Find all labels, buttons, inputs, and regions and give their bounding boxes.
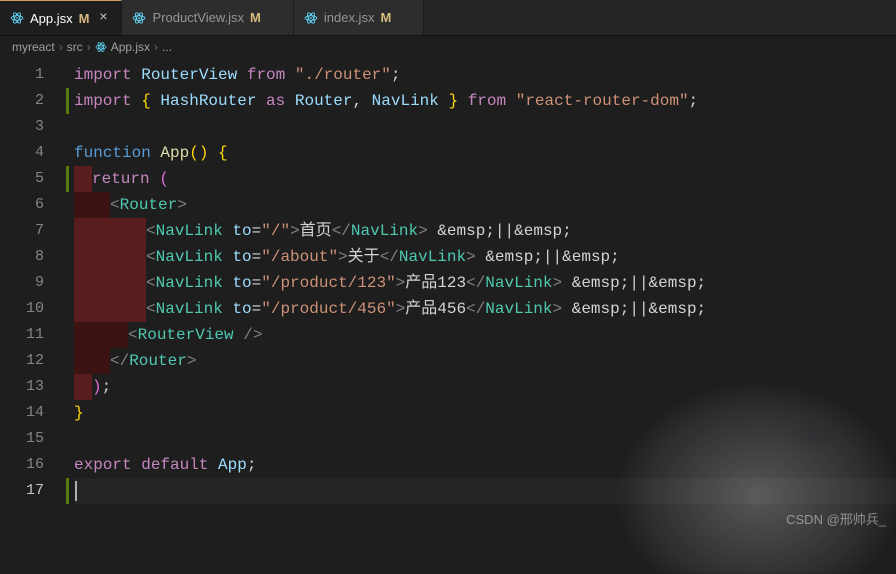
tab-label: index.jsx bbox=[324, 10, 375, 25]
chevron-right-icon: › bbox=[59, 40, 63, 54]
breadcrumb[interactable]: myreact › src › App.jsx › ... bbox=[0, 36, 896, 58]
tab-label: App.jsx bbox=[30, 11, 73, 26]
tab-label: ProductView.jsx bbox=[152, 10, 244, 25]
tab-productview-jsx[interactable]: ProductView.jsx M × bbox=[122, 0, 293, 35]
line-numbers: 1234567891011121314151617 bbox=[0, 58, 64, 504]
code-line: <NavLink to="/">首页</NavLink> &emsp;||&em… bbox=[74, 218, 896, 244]
code-line: </Router> bbox=[74, 348, 896, 374]
code-line bbox=[74, 114, 896, 140]
tab-index-jsx[interactable]: index.jsx M × bbox=[294, 0, 424, 35]
code-content[interactable]: import RouterView from "./router"; impor… bbox=[74, 58, 896, 504]
code-line: } bbox=[74, 400, 896, 426]
code-line: import { HashRouter as Router, NavLink }… bbox=[74, 88, 896, 114]
react-icon bbox=[10, 11, 24, 25]
code-line: <NavLink to="/about">关于</NavLink> &emsp;… bbox=[74, 244, 896, 270]
code-line: <RouterView /> bbox=[74, 322, 896, 348]
code-line: <NavLink to="/product/123">产品123</NavLin… bbox=[74, 270, 896, 296]
react-icon bbox=[95, 41, 107, 56]
chevron-right-icon: › bbox=[87, 40, 91, 54]
code-line: <Router> bbox=[74, 192, 896, 218]
modified-indicator: M bbox=[250, 10, 261, 25]
code-line: ); bbox=[74, 374, 896, 400]
breadcrumb-item[interactable]: ... bbox=[162, 40, 172, 54]
react-icon bbox=[132, 11, 146, 25]
breadcrumb-item[interactable]: src bbox=[67, 40, 83, 54]
code-line bbox=[74, 478, 896, 504]
modified-indicator: M bbox=[380, 10, 391, 25]
breadcrumb-item[interactable]: App.jsx bbox=[111, 40, 150, 54]
close-icon[interactable]: × bbox=[95, 10, 111, 26]
tab-app-jsx[interactable]: App.jsx M × bbox=[0, 0, 122, 35]
code-editor[interactable]: 1234567891011121314151617 import RouterV… bbox=[0, 58, 896, 534]
modified-indicator: M bbox=[79, 11, 90, 26]
tab-bar: App.jsx M × ProductView.jsx M × index.js… bbox=[0, 0, 896, 36]
chevron-right-icon: › bbox=[154, 40, 158, 54]
code-line: function App() { bbox=[74, 140, 896, 166]
code-line: <NavLink to="/product/456">产品456</NavLin… bbox=[74, 296, 896, 322]
text-cursor bbox=[75, 481, 77, 501]
react-icon bbox=[304, 11, 318, 25]
code-line: import RouterView from "./router"; bbox=[74, 62, 896, 88]
code-line bbox=[74, 426, 896, 452]
watermark: CSDN @邢帅兵_ bbox=[786, 509, 886, 528]
breadcrumb-item[interactable]: myreact bbox=[12, 40, 55, 54]
code-line: export default App; bbox=[74, 452, 896, 478]
code-line: return ( bbox=[74, 166, 896, 192]
